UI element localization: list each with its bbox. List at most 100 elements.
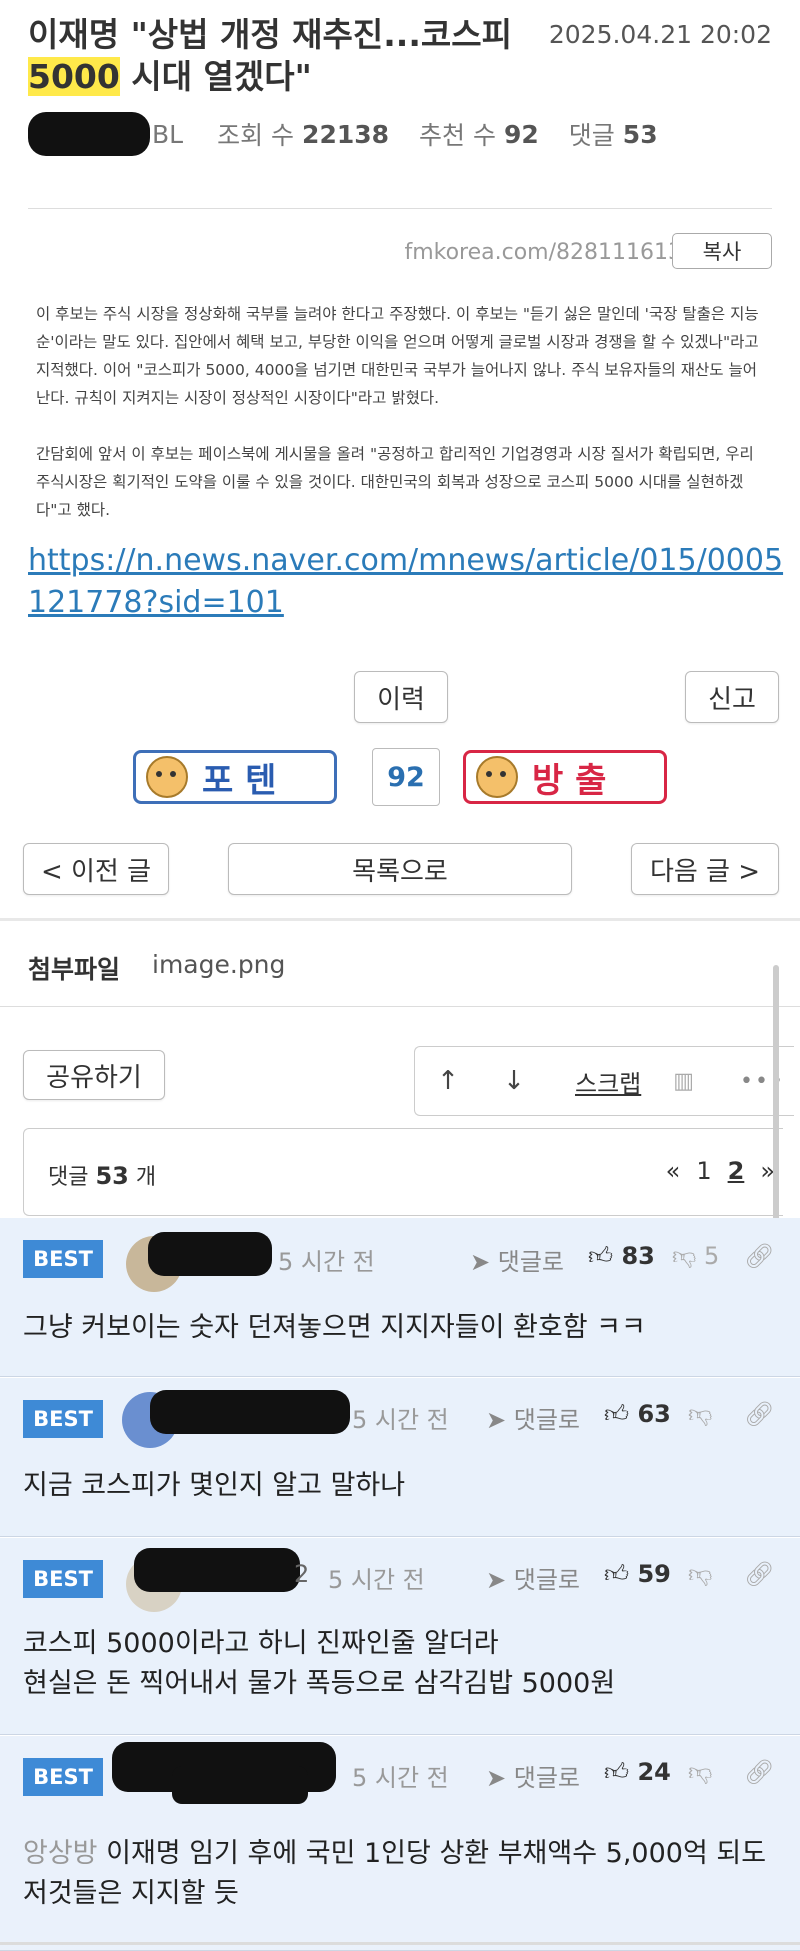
thumbs-up-icon: 👍︎ — [604, 1758, 630, 1786]
reply-button[interactable]: ➤ 댓글로 — [486, 1560, 580, 1595]
pager-prev[interactable]: « — [666, 1157, 681, 1185]
best-badge: BEST — [23, 1240, 103, 1278]
vote-up-button[interactable]: 포 텐 — [133, 750, 337, 804]
source-link[interactable]: https://n.news.naver.com/mnews/article/0… — [28, 540, 788, 624]
link-icon[interactable]: 🔗︎ — [744, 1400, 774, 1428]
nickname-tail: 2 — [294, 1560, 310, 1588]
thumbs-down-icon: 👎︎ — [688, 1758, 713, 1786]
next-post-button[interactable]: 다음 글 > — [631, 843, 779, 895]
best-badge: BEST — [23, 1400, 103, 1438]
comment-text: 앙상방 이재명 임기 후에 국민 1인당 상환 부채액수 5,000억 되도 저… — [23, 1838, 767, 1909]
comment-item: BEST 5 시간 전 ➤ 댓글로 👍︎ 63 👎︎ 🔗︎ 지금 코스피가 몇인… — [0, 1378, 800, 1537]
comment-item: BEST 5 시간 전 ➤ 댓글로 👍︎ 83 👎︎ 5 🔗︎ 그냥 커보이는 … — [0, 1218, 800, 1377]
comment-count-box: 댓글 53 개 « 1 2 » — [23, 1128, 783, 1216]
prev-post-button[interactable]: < 이전 글 — [23, 843, 169, 895]
link-icon[interactable]: 🔗︎ — [744, 1560, 774, 1588]
like-button[interactable]: 👍︎ 24 — [604, 1758, 671, 1787]
post-url: fmkorea.com/8281116137 — [404, 240, 696, 265]
post-date: 2025.04.21 20:02 — [548, 20, 772, 49]
comment-time: 5 시간 전 — [352, 1406, 449, 1434]
thumbs-down-icon: 👎︎ — [672, 1242, 697, 1270]
reply-prefix[interactable]: 앙상방 — [23, 1838, 98, 1869]
section-divider — [0, 918, 800, 921]
arrow-up-icon[interactable]: ↑ — [415, 1066, 481, 1096]
article-paragraph: 간담회에 앞서 이 후보는 페이스북에 게시물을 올려 "공정하고 합리적인 기… — [36, 445, 754, 519]
chart-icon[interactable]: ▥ — [673, 1069, 694, 1094]
reply-button[interactable]: ➤ 댓글로 — [470, 1242, 564, 1277]
comment-pager: « 1 2 » — [666, 1157, 775, 1185]
divider — [0, 1942, 800, 1945]
title-highlight: 5000 — [28, 57, 120, 96]
dislike-button[interactable]: 👎︎ — [688, 1758, 712, 1787]
comment-text: 지금 코스피가 몇인지 알고 말하나 — [23, 1470, 406, 1501]
pager-page-current[interactable]: 2 — [728, 1157, 745, 1185]
dislike-button[interactable]: 👎︎ — [688, 1400, 712, 1429]
nickname-redacted[interactable] — [148, 1232, 272, 1276]
dislike-button[interactable]: 👎︎ — [688, 1560, 712, 1589]
nickname-redacted[interactable] — [150, 1390, 350, 1434]
comment-text: 그냥 커보이는 숫자 던져놓으면 지지자들이 환호함 ㅋㅋ — [23, 1312, 646, 1343]
reply-button[interactable]: ➤ 댓글로 — [486, 1758, 580, 1793]
scrollbar[interactable] — [773, 965, 779, 1255]
copy-url-button[interactable]: 복사 — [672, 233, 772, 269]
comment-toolbar: ↑ ↓ 스크랩 ▥ ••• — [414, 1046, 794, 1116]
comment-count-label: 댓글 53 개 — [48, 1162, 157, 1190]
thumbs-up-face-icon — [146, 756, 188, 798]
divider — [0, 1006, 800, 1007]
thumbs-down-icon: 👎︎ — [688, 1560, 713, 1588]
author-name[interactable]: BL — [152, 120, 183, 149]
report-button[interactable]: 신고 — [685, 671, 779, 723]
vote-count: 92 — [372, 748, 440, 806]
thumbs-up-icon: 👍︎ — [588, 1242, 614, 1270]
list-button[interactable]: 목록으로 — [228, 843, 572, 895]
like-button[interactable]: 👍︎ 83 — [588, 1242, 655, 1271]
link-icon[interactable]: 🔗︎ — [744, 1758, 774, 1786]
views-label: 조회 수 — [217, 121, 295, 150]
views-count: 22138 — [302, 119, 390, 149]
post-title: 이재명 "상법 개정 재추진...코스피 5000 시대 열겠다" — [28, 15, 512, 96]
reply-button[interactable]: ➤ 댓글로 — [486, 1400, 580, 1435]
attachment-file-link[interactable]: image.png — [152, 950, 285, 979]
thumbs-down-face-icon — [476, 756, 518, 798]
comments-label: 댓글 — [568, 121, 615, 150]
thumbs-up-icon: 👍︎ — [604, 1400, 630, 1428]
vote-down-button[interactable]: 방 출 — [463, 750, 667, 804]
thumbs-down-icon: 👎︎ — [688, 1400, 713, 1428]
comment-item: BEST 5 시간 전 ➤ 댓글로 👍︎ 24 👎︎ 🔗︎ 앙상방 이재명 임기… — [0, 1736, 800, 1951]
article-paragraph: 이 후보는 주식 시장을 정상화해 국부를 늘려야 한다고 주장했다. 이 후보… — [36, 305, 759, 407]
scrap-button[interactable]: 스크랩 — [575, 1064, 641, 1099]
divider — [28, 208, 772, 209]
nickname-redacted[interactable] — [134, 1548, 300, 1592]
dislike-button[interactable]: 👎︎ 5 — [672, 1242, 719, 1271]
vote-down-label: 방 출 — [532, 760, 607, 801]
recommend-count: 92 — [503, 119, 539, 149]
reply-arrow-icon: ➤ — [486, 1764, 514, 1792]
pager-page[interactable]: 1 — [696, 1157, 711, 1185]
comment-item: BEST 2 5 시간 전 ➤ 댓글로 👍︎ 59 👎︎ 🔗︎ 코스피 5000… — [0, 1538, 800, 1735]
comments-count: 53 — [622, 119, 658, 149]
arrow-down-icon[interactable]: ↓ — [481, 1066, 547, 1096]
best-badge: BEST — [23, 1560, 103, 1598]
reply-arrow-icon: ➤ — [486, 1406, 514, 1434]
best-badge: BEST — [23, 1758, 103, 1796]
attachment-label: 첨부파일 — [28, 955, 121, 984]
author-redacted[interactable] — [28, 112, 150, 156]
comment-line: 코스피 5000이라고 하니 진짜인줄 알더라 — [23, 1628, 499, 1659]
link-icon[interactable]: 🔗︎ — [744, 1242, 774, 1270]
share-button[interactable]: 공유하기 — [23, 1050, 165, 1100]
thumbs-up-icon: 👍︎ — [604, 1560, 630, 1588]
article-body: 이 후보는 주식 시장을 정상화해 국부를 늘려야 한다고 주장했다. 이 후보… — [36, 300, 766, 552]
nickname-redacted — [172, 1766, 308, 1804]
comment-time: 5 시간 전 — [352, 1764, 449, 1792]
post-meta: BL 조회 수 22138 추천 수 92 댓글 53 — [28, 112, 658, 156]
comment-time: 5 시간 전 — [328, 1566, 425, 1594]
recommend-label: 추천 수 — [419, 121, 496, 150]
vote-up-label: 포 텐 — [202, 760, 277, 801]
reply-arrow-icon: ➤ — [486, 1566, 514, 1594]
like-button[interactable]: 👍︎ 59 — [604, 1560, 671, 1589]
reply-arrow-icon: ➤ — [470, 1248, 498, 1276]
like-button[interactable]: 👍︎ 63 — [604, 1400, 671, 1429]
comment-time: 5 시간 전 — [278, 1248, 375, 1276]
comment-text: 코스피 5000이라고 하니 진짜인줄 알더라 현실은 돈 찍어내서 물가 폭등… — [23, 1624, 783, 1704]
history-button[interactable]: 이력 — [354, 671, 448, 723]
